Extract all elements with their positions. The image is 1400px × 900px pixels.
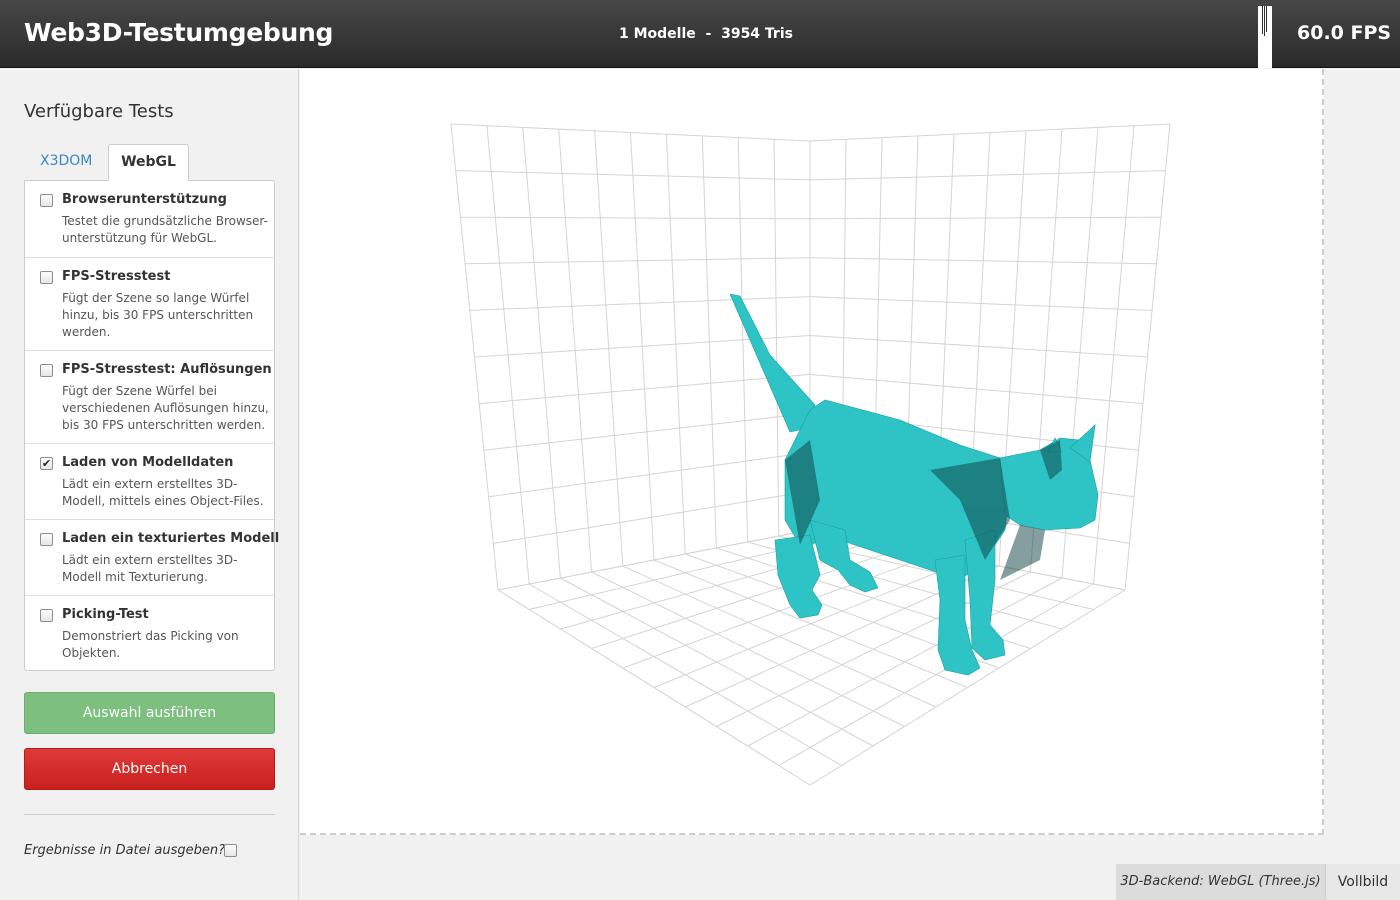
test-checkbox[interactable]: ✔	[40, 457, 53, 470]
test-name: FPS-Stresstest: Auflösungen	[62, 362, 272, 377]
test-name: Laden von Modelldaten	[62, 455, 234, 470]
list-item-picking-test[interactable]: Picking-Test Demonstriert das Picking vo…	[25, 596, 274, 671]
3d-scene	[450, 123, 1171, 786]
export-checkbox[interactable]	[224, 844, 237, 857]
grid-line	[488, 451, 811, 498]
test-checkbox[interactable]	[40, 194, 53, 207]
test-description: Lädt ein extern erstelltes 3D-Modell mit…	[62, 553, 238, 584]
app-header: Web3D-Testumgebung 1 Modelle - 3954 Tris…	[0, 0, 1400, 68]
list-item-laden-von-modelldaten[interactable]: ✔ Laden von Modelldaten Lädt ein extern …	[25, 444, 274, 520]
tab-webgl[interactable]: WebGL	[108, 144, 189, 181]
list-item-texturiertes-modell[interactable]: Laden ein texturiertes Modell Lädt ein e…	[25, 520, 279, 596]
grid-line	[778, 583, 1094, 766]
test-description: Fügt der Szene so lange Würfel hinzu, bi…	[62, 291, 254, 339]
test-checkbox[interactable]	[40, 609, 53, 622]
test-name: Browserunterstützung	[62, 192, 227, 207]
test-name: Picking-Test	[62, 607, 149, 622]
run-selection-button[interactable]: Auswahl ausführen	[24, 692, 275, 734]
sidebar: Verfügbare Tests X3DOM WebGL Browserunte…	[0, 69, 299, 900]
cat-model[interactable]	[729, 293, 1099, 676]
test-description: Fügt der Szene Würfel bei verschiedenen …	[62, 384, 269, 432]
grid-line	[479, 373, 811, 405]
grid-line	[493, 490, 811, 544]
test-description: Demonstriert das Picking von Objekten.	[62, 629, 239, 660]
test-list: Browserunterstützung Testet die grundsät…	[24, 180, 279, 671]
list-item-fps-stresstest[interactable]: FPS-Stresstest Fügt der Szene so lange W…	[25, 258, 274, 351]
test-checkbox[interactable]	[40, 271, 53, 284]
3d-viewport[interactable]	[300, 69, 1324, 835]
test-name: Laden ein texturiertes Modell	[62, 531, 280, 546]
test-checkbox[interactable]	[40, 533, 53, 546]
backend-info: 3D-Backend: WebGL (Three.js)	[1116, 864, 1325, 900]
fps-counter: 60.0 FPS	[1297, 22, 1392, 44]
test-name: FPS-Stresstest	[62, 269, 171, 284]
list-item-browserunterstuetzung[interactable]: Browserunterstützung Testet die grundsät…	[25, 181, 274, 258]
app-title: Web3D-Testumgebung	[24, 18, 334, 47]
export-label: Ergebnisse in Datei ausgeben?	[24, 843, 226, 858]
divider	[24, 814, 275, 815]
grid-line	[483, 412, 811, 451]
test-description: Lädt ein extern erstelltes 3D-Modell, mi…	[62, 477, 264, 508]
test-checkbox[interactable]	[40, 364, 53, 377]
tab-x3dom[interactable]: X3DOM	[24, 144, 106, 181]
test-description: Testet die grundsätzliche Browser-unters…	[62, 214, 268, 245]
fps-graph-icon	[1258, 6, 1272, 68]
fullscreen-button[interactable]: Vollbild	[1325, 864, 1400, 900]
scene-stats: 1 Modelle - 3954 Tris	[619, 26, 793, 42]
list-item-fps-stresstest-aufloesungen[interactable]: FPS-Stresstest: Auflösungen Fügt der Sze…	[25, 351, 274, 444]
grid-line	[1124, 123, 1171, 591]
sidebar-title: Verfügbare Tests	[24, 101, 174, 122]
grid-line	[1093, 125, 1135, 585]
grid-line	[809, 373, 1144, 405]
cancel-button[interactable]: Abbrechen	[24, 748, 275, 790]
